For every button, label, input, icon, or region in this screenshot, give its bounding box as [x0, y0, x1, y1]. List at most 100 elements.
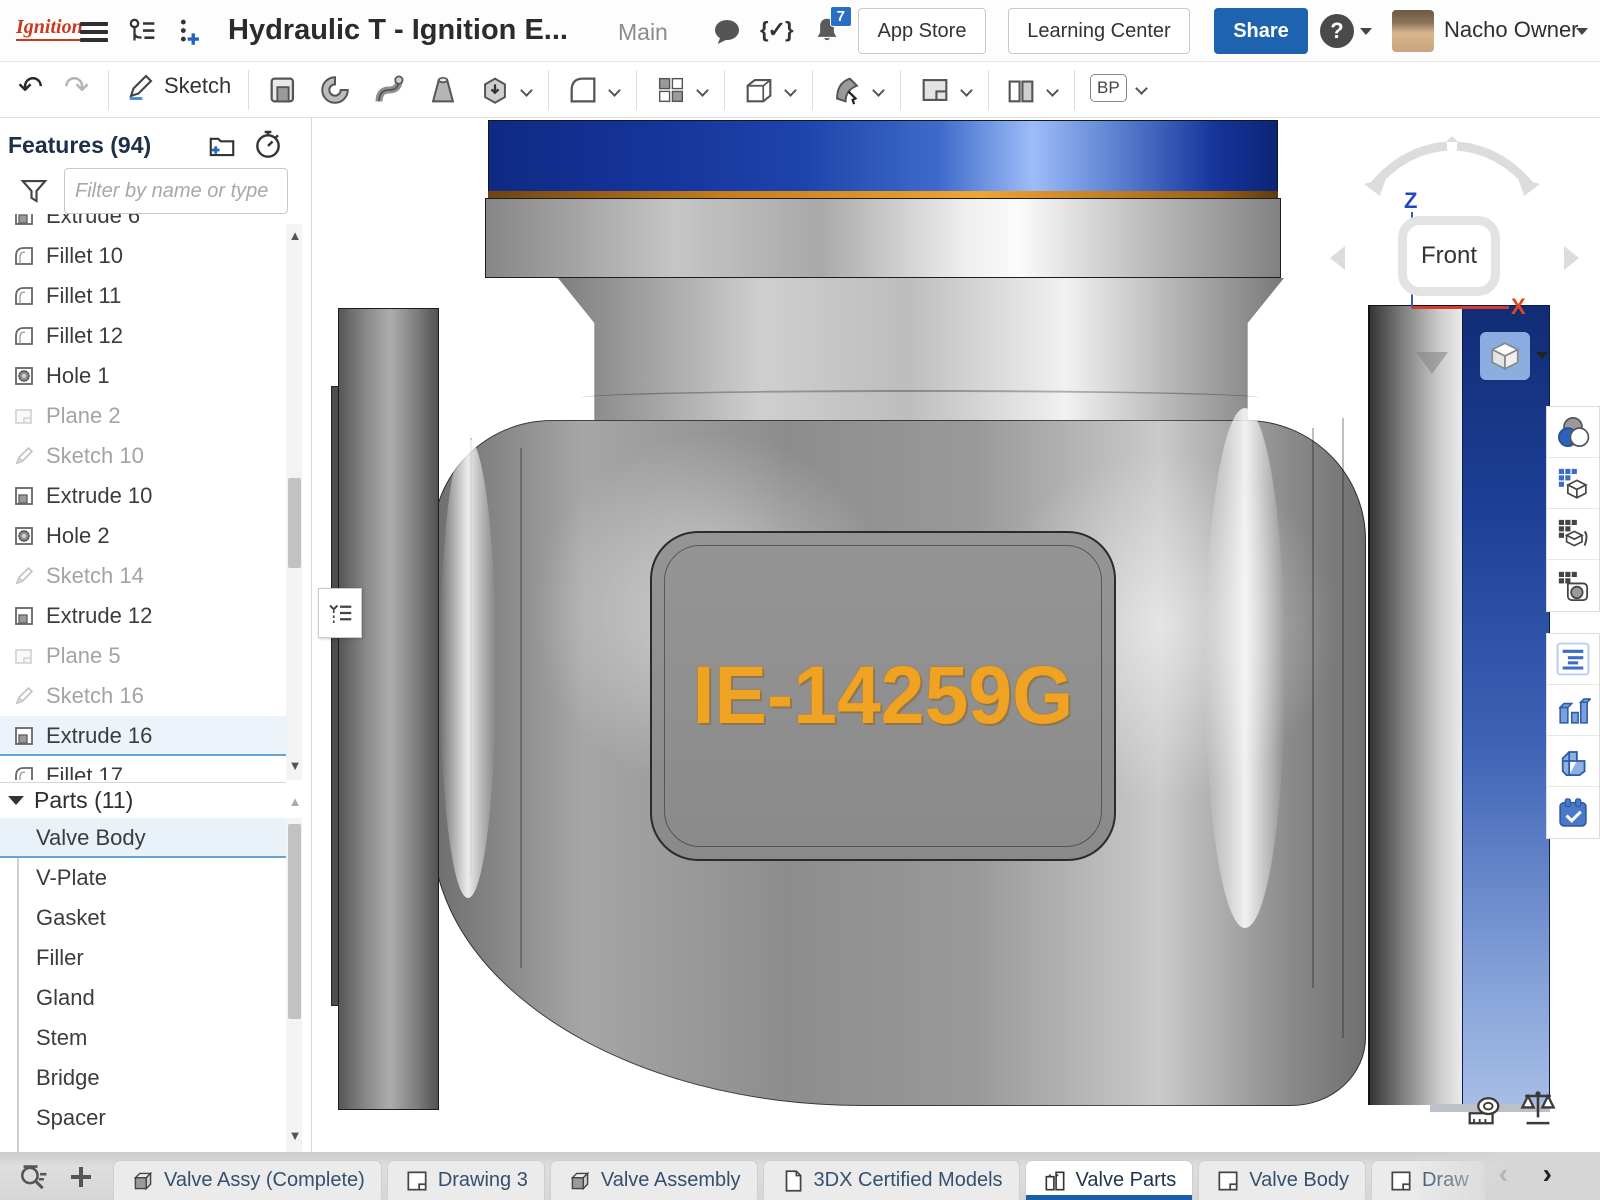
tab-valve-assy-complete[interactable]: Valve Assy (Complete) — [113, 1160, 382, 1200]
tab-drawing-3[interactable]: Drawing 3 — [387, 1160, 545, 1200]
model-viewport[interactable]: IE-14259G Z X Front — [312, 118, 1600, 1152]
tabs-scroll-left-icon[interactable]: ‹ — [1499, 1158, 1508, 1190]
shell-tool-button[interactable] — [742, 73, 795, 107]
versions-icon[interactable] — [126, 15, 160, 49]
part-item[interactable]: Bridge — [0, 1058, 286, 1098]
feature-item[interactable]: Sketch 14 — [0, 556, 286, 596]
part-item[interactable]: V-Plate — [0, 858, 286, 898]
part-item-selected[interactable]: Valve Body — [0, 818, 286, 858]
redo-icon[interactable]: ↷ — [64, 70, 89, 105]
valve-left-flange[interactable] — [338, 308, 439, 1110]
part-item[interactable]: Gasket — [0, 898, 286, 938]
features-scrollbar-thumb[interactable] — [288, 478, 301, 568]
sketch-button[interactable]: Sketch — [126, 71, 231, 101]
stopwatch-icon[interactable] — [252, 128, 284, 160]
new-folder-icon[interactable] — [206, 130, 238, 160]
feature-item[interactable]: Extrude 12 — [0, 596, 286, 636]
nameplate-boss[interactable]: IE-14259G — [650, 531, 1116, 861]
part-item[interactable]: Gland — [0, 978, 286, 1018]
comment-icon[interactable] — [710, 16, 744, 48]
valve-top-cap[interactable] — [488, 120, 1278, 192]
measure-tape-icon[interactable] — [1464, 1090, 1504, 1128]
ignition-logo[interactable]: Ignition — [16, 16, 83, 41]
workspace-label[interactable]: Main — [618, 19, 668, 46]
filter-funnel-icon[interactable] — [18, 176, 50, 206]
filter-input[interactable] — [64, 168, 288, 214]
user-dropdown-caret-icon[interactable] — [1576, 28, 1588, 35]
add-tab-icon[interactable] — [66, 1162, 96, 1192]
rotate-left-icon[interactable] — [1330, 246, 1345, 270]
part-item[interactable]: Spacer — [0, 1098, 286, 1138]
parts-scrollbar-thumb[interactable] — [288, 824, 301, 1019]
part-item[interactable]: Stem — [0, 1018, 286, 1058]
feature-item[interactable]: Hole 2 — [0, 516, 286, 556]
thicken-tool-button[interactable] — [478, 73, 531, 107]
feature-item[interactable]: Sketch 10 — [0, 436, 286, 476]
main-menu-icon[interactable] — [80, 18, 108, 46]
view-mode-button[interactable] — [1480, 332, 1530, 380]
bom-list-button[interactable] — [1547, 634, 1599, 685]
mass-scale-icon[interactable] — [1518, 1086, 1558, 1126]
revolve-tool-icon[interactable] — [318, 73, 352, 107]
feature-item[interactable]: Sketch 16 — [0, 676, 286, 716]
view-cube-front[interactable]: Front — [1398, 216, 1500, 296]
release-calendar-button[interactable] — [1547, 787, 1599, 838]
valve-right-flange-blue-face[interactable] — [1462, 305, 1550, 1105]
tab-valve-body[interactable]: Valve Body — [1198, 1160, 1366, 1200]
fillet-tool-button[interactable] — [566, 73, 619, 107]
feature-item[interactable]: Extrude 10 — [0, 476, 286, 516]
tab-valve-parts[interactable]: Valve Parts — [1025, 1160, 1194, 1200]
appearance-button[interactable] — [1547, 407, 1599, 458]
share-button[interactable]: Share — [1214, 8, 1308, 54]
scroll-up-icon[interactable]: ▲ — [288, 794, 302, 809]
sweep-tool-icon[interactable] — [372, 73, 406, 107]
valve-gasket-ring[interactable] — [488, 191, 1278, 198]
valve-right-flange[interactable] — [1368, 305, 1463, 1105]
help-button[interactable]: ? — [1320, 14, 1354, 48]
valve-top-flange[interactable] — [485, 198, 1281, 278]
feature-item[interactable]: Fillet 12 — [0, 316, 286, 356]
search-tabs-icon[interactable] — [18, 1164, 52, 1192]
feature-item[interactable]: Fillet 10 — [0, 236, 286, 276]
view-mode-dropdown-icon[interactable] — [1536, 352, 1548, 359]
parts-overview-button[interactable] — [1547, 685, 1599, 736]
bp-tool-button[interactable]: BP — [1090, 74, 1146, 102]
notifications-bell[interactable]: 7 — [812, 14, 842, 51]
document-title[interactable]: Hydraulic T - Ignition E... — [228, 14, 568, 47]
undo-icon[interactable]: ↶ — [18, 70, 43, 105]
rotate-down-icon[interactable] — [1416, 352, 1448, 374]
mirror-tool-button[interactable] — [1004, 73, 1057, 107]
help-dropdown-caret-icon[interactable] — [1360, 28, 1372, 35]
configured-parts-button[interactable] — [1547, 560, 1599, 611]
feature-item[interactable]: Extrude 6 — [0, 214, 286, 236]
plane-tool-button[interactable] — [918, 73, 971, 107]
tab-valve-assembly[interactable]: Valve Assembly — [550, 1160, 758, 1200]
tabs-scroll-right-icon[interactable]: › — [1543, 1158, 1552, 1190]
configurations-button[interactable] — [1547, 509, 1599, 560]
part-item[interactable]: Filler — [0, 938, 286, 978]
feature-item[interactable]: Plane 2 — [0, 396, 286, 436]
app-store-button[interactable]: App Store — [858, 8, 986, 54]
feature-item[interactable]: Fillet 17 — [0, 756, 286, 780]
feature-item[interactable]: Hole 1 — [0, 356, 286, 396]
parts-section-header[interactable]: Parts (11) — [0, 782, 286, 818]
rotate-view-arcs-icon[interactable] — [1342, 136, 1562, 202]
scroll-down-icon[interactable]: ▼ — [288, 758, 302, 773]
insert-version-icon[interactable] — [172, 15, 206, 49]
user-name[interactable]: Nacho Owner — [1444, 17, 1579, 43]
part-studio-button[interactable] — [1547, 736, 1599, 787]
draft-tool-button[interactable] — [830, 73, 883, 107]
tab-3dx-certified-models[interactable]: 3DX Certified Models — [763, 1160, 1020, 1200]
scroll-up-icon[interactable]: ▲ — [288, 228, 302, 243]
code-version-icon[interactable]: {✓} — [760, 17, 793, 43]
display-states-button[interactable] — [1547, 458, 1599, 509]
pattern-tool-button[interactable] — [654, 73, 707, 107]
scroll-down-icon[interactable]: ▼ — [288, 1128, 302, 1143]
feature-item-selected[interactable]: Extrude 16 — [0, 716, 286, 756]
loft-tool-icon[interactable] — [426, 73, 460, 107]
feature-list-flyout-toggle[interactable] — [318, 588, 362, 638]
rotate-right-icon[interactable] — [1564, 246, 1579, 270]
feature-item[interactable]: Fillet 11 — [0, 276, 286, 316]
feature-item[interactable]: Plane 5 — [0, 636, 286, 676]
learning-center-button[interactable]: Learning Center — [1008, 8, 1190, 54]
